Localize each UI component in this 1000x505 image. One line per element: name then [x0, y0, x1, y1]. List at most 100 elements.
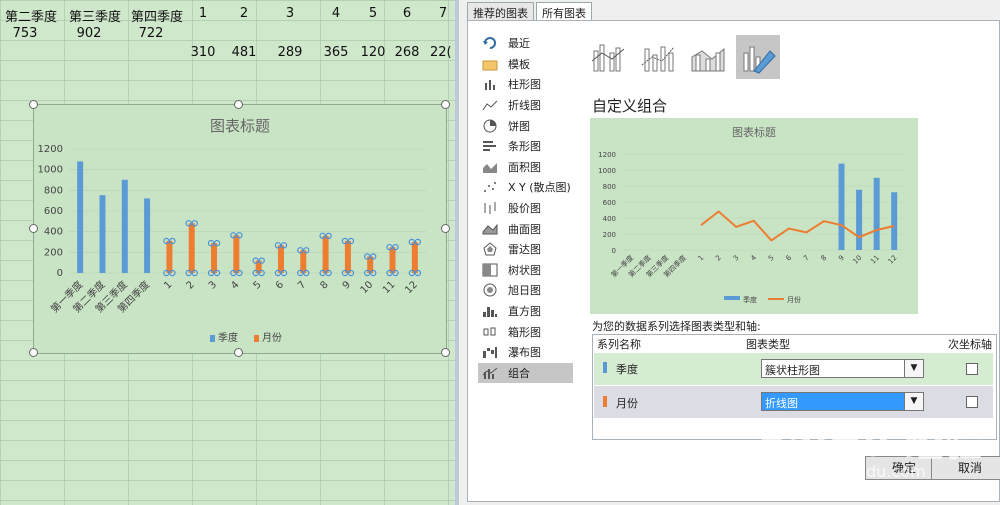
bar: [99, 195, 106, 273]
chart-type-radar-chart[interactable]: 雷达图: [478, 239, 573, 260]
subtype-custom-combo-thumb[interactable]: [736, 35, 780, 79]
x-tick-label: 9: [341, 279, 353, 291]
spreadsheet-area[interactable]: 第二季度 第三季度 第四季度 1 2 3 4 5 6 7 753 902 722…: [0, 0, 455, 505]
y-tick-label: 400: [603, 215, 616, 223]
chart-type-scatter-chart[interactable]: X Y (散点图): [478, 177, 573, 198]
subtype-area-column-thumb[interactable]: [686, 35, 730, 79]
header-cell[interactable]: 7: [430, 6, 455, 21]
header-cell[interactable]: 第三季度: [64, 6, 126, 25]
x-tick-label: 4: [229, 279, 241, 291]
selected-chart-type: 簇状柱形图: [765, 364, 820, 377]
chart-type-surface-chart[interactable]: 曲面图: [478, 218, 573, 239]
chart-type-column-chart[interactable]: 柱形图: [478, 74, 573, 95]
stacked-area-column-icon: [691, 47, 725, 72]
subtype-column-line-secondary-thumb[interactable]: [636, 35, 680, 79]
subtype-clustered-column-line-thumb[interactable]: [586, 35, 630, 79]
series-color-swatch: [603, 362, 607, 373]
treemap-icon: [482, 263, 498, 277]
x-tick-label: 6: [784, 253, 793, 262]
chart-type-select-quarter[interactable]: 簇状柱形图 ▼: [761, 359, 924, 378]
series-name: 月份: [616, 397, 638, 410]
waterfall-icon: [482, 345, 498, 359]
chart-type-select-month[interactable]: 折线图 ▼: [761, 392, 924, 411]
bar: [188, 223, 195, 273]
data-cell[interactable]: 120: [360, 45, 386, 60]
resize-handle[interactable]: [234, 348, 243, 357]
x-tick-label: 10: [852, 254, 864, 266]
col-header-chart-type: 图表类型: [746, 338, 790, 351]
data-cell[interactable]: 753: [0, 26, 50, 41]
x-tick-label: 2: [714, 254, 723, 263]
header-cell[interactable]: 1: [188, 6, 218, 21]
data-cell[interactable]: 268: [394, 45, 420, 60]
chart-type-histogram[interactable]: 直方图: [478, 301, 573, 322]
data-cell[interactable]: 289: [272, 45, 308, 60]
chart-type-area-chart[interactable]: 面积图: [478, 157, 573, 178]
chart-type-folder[interactable]: 模板: [478, 54, 573, 75]
area-chart-icon: [482, 160, 498, 174]
header-cell[interactable]: 2: [226, 6, 262, 21]
data-cell[interactable]: 481: [226, 45, 262, 60]
header-cell[interactable]: 第四季度: [126, 6, 188, 25]
chart-type-box-whisker[interactable]: 箱形图: [478, 321, 573, 342]
bar: [838, 163, 845, 250]
header-cell[interactable]: 第二季度: [0, 6, 62, 25]
bar: [873, 177, 880, 250]
y-tick-label: 1200: [598, 151, 616, 159]
col-header-series-name: 系列名称: [597, 338, 641, 351]
resize-handle[interactable]: [29, 224, 38, 233]
data-cell[interactable]: 902: [64, 26, 114, 41]
chart-type-recent[interactable]: 最近: [478, 33, 573, 54]
x-tick-label: 9: [837, 254, 846, 263]
resize-handle[interactable]: [441, 224, 450, 233]
tab-recommended[interactable]: 推荐的图表: [467, 2, 534, 20]
chart-type-stock-chart[interactable]: 股价图: [478, 198, 573, 219]
chart-type-line-chart[interactable]: 折线图: [478, 95, 573, 116]
chart-type-pie-chart[interactable]: 饼图: [478, 115, 573, 136]
data-cell[interactable]: 365: [318, 45, 354, 60]
y-tick-label: 800: [603, 183, 616, 191]
secondary-axis-checkbox[interactable]: [966, 396, 978, 408]
combo-preview-svg: 图表标题020040060080010001200第一季度第二季度第三季度第四季…: [598, 125, 903, 304]
resize-handle[interactable]: [441, 348, 450, 357]
chart-type-label: 面积图: [508, 160, 541, 174]
chart-type-waterfall[interactable]: 瀑布图: [478, 342, 573, 363]
chevron-down-icon[interactable]: ▼: [904, 360, 923, 377]
radar-chart-icon: [482, 242, 498, 256]
chart-type-bar-chart[interactable]: 条形图: [478, 136, 573, 157]
header-cell[interactable]: 6: [394, 6, 420, 21]
y-tick-label: 600: [603, 199, 616, 207]
legend-swatch: [210, 335, 215, 342]
tab-all-charts[interactable]: 所有图表: [536, 2, 592, 20]
header-cell[interactable]: 5: [360, 6, 386, 21]
chart-type-combo-chart[interactable]: 组合: [478, 362, 573, 384]
data-cell[interactable]: 22(: [430, 45, 455, 60]
header-cell[interactable]: 4: [318, 6, 354, 21]
custom-combo-pencil-icon: [743, 46, 776, 74]
series-name: 季度: [616, 363, 638, 376]
y-tick-label: 400: [44, 227, 63, 238]
header-cell[interactable]: 3: [272, 6, 308, 21]
bar: [891, 192, 898, 250]
data-cell[interactable]: 722: [126, 26, 176, 41]
chart-type-treemap[interactable]: 树状图: [478, 260, 573, 281]
chart-type-label: 条形图: [508, 140, 541, 154]
bar: [322, 235, 329, 273]
data-cell[interactable]: 310: [188, 45, 218, 60]
chart-type-label: 直方图: [508, 305, 541, 319]
chevron-down-icon[interactable]: ▼: [904, 393, 923, 410]
secondary-axis-checkbox[interactable]: [966, 363, 978, 375]
resize-handle[interactable]: [29, 348, 38, 357]
resize-handle[interactable]: [234, 100, 243, 109]
chart-type-label: 旭日图: [508, 284, 541, 298]
resize-handle[interactable]: [29, 100, 38, 109]
chart-type-label: 雷达图: [508, 243, 541, 257]
chart-type-sunburst[interactable]: 旭日图: [478, 280, 573, 301]
line-chart-icon: [482, 98, 498, 112]
embedded-chart[interactable]: 图表标题 0 200 400 600 800 1000 1200 第一季度 第二季度 第三季度 第四季…: [33, 104, 447, 354]
series-color-swatch: [603, 396, 607, 407]
chart-title: 图表标题: [732, 125, 776, 139]
y-tick-label: 200: [603, 231, 616, 239]
resize-handle[interactable]: [441, 100, 450, 109]
chart-type-list: 最近 模板 柱形图 折线图 饼图条形图面积图 X Y (散点图) 股价图 曲面图雷达图树状图旭…: [478, 33, 573, 384]
